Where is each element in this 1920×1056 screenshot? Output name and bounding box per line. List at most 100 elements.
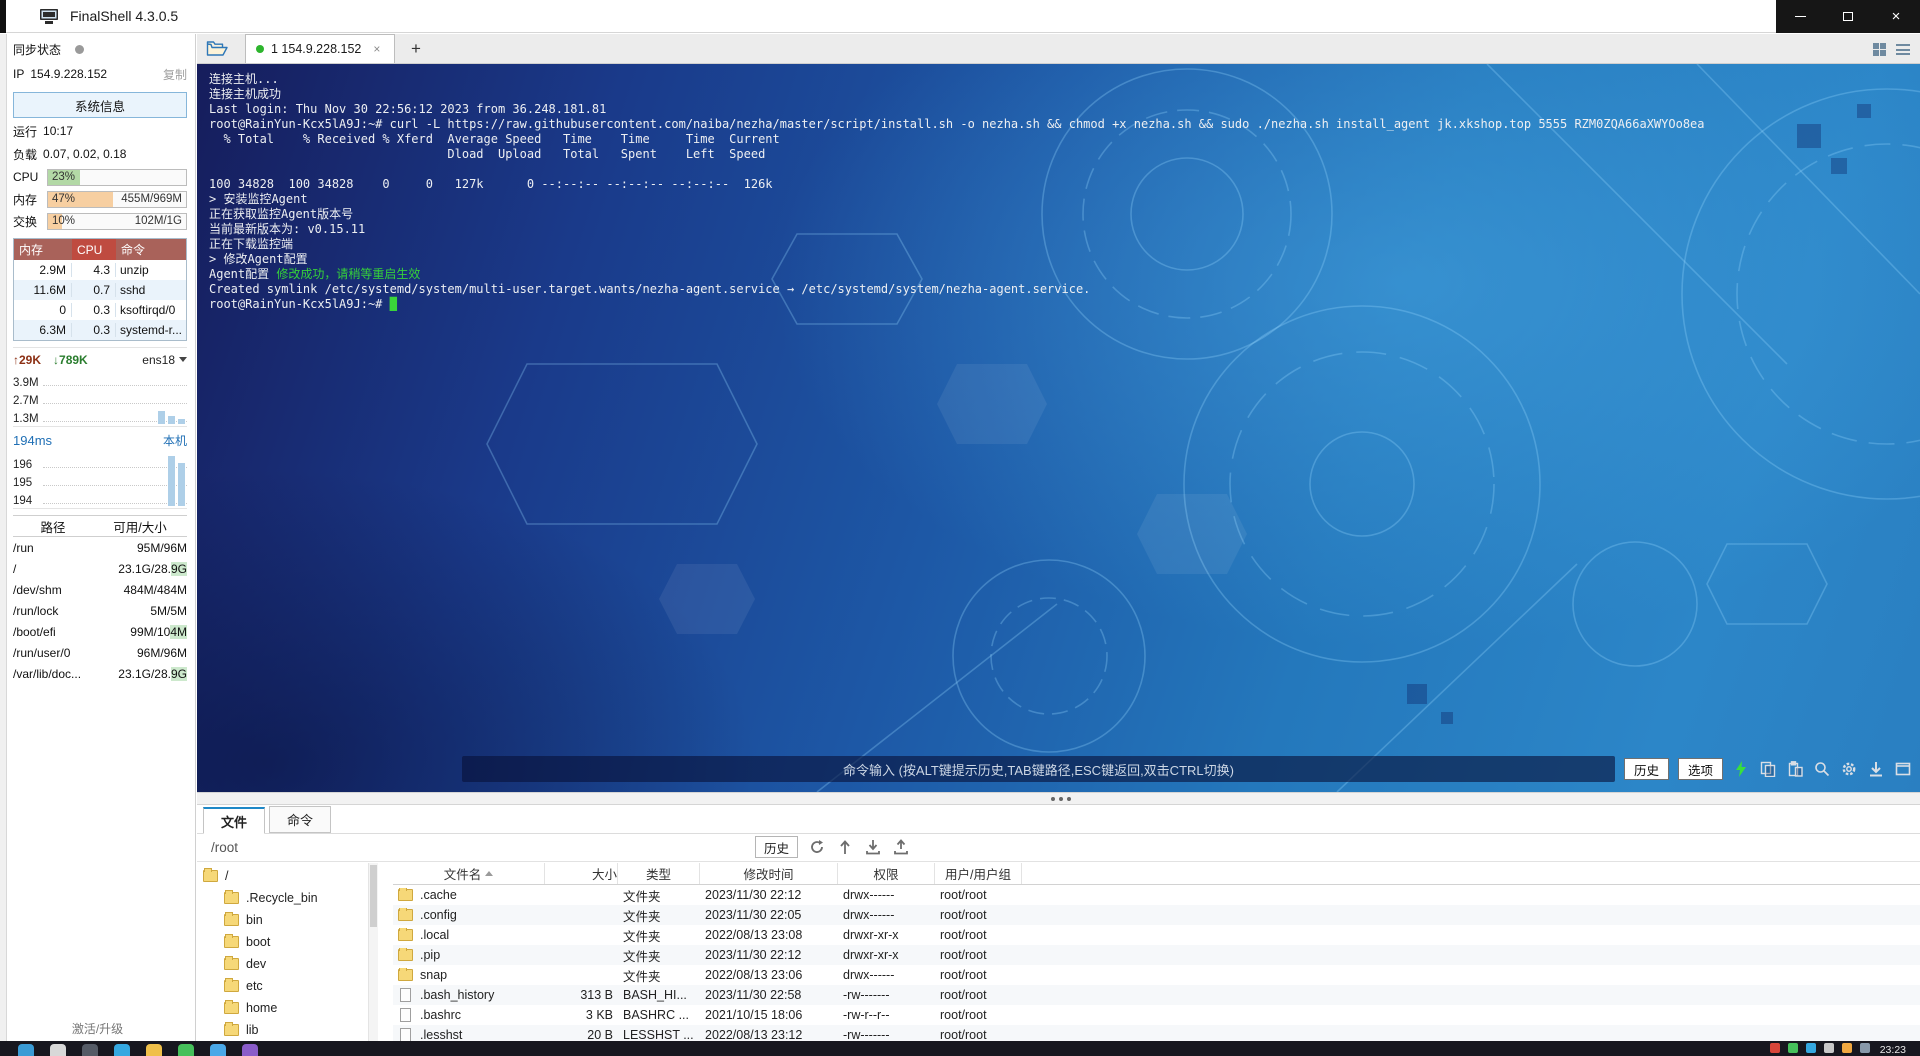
tree-item[interactable]: etc [197, 975, 368, 997]
tab-commands[interactable]: 命令 [269, 806, 331, 833]
search-icon[interactable] [1813, 760, 1831, 778]
file-row[interactable]: .local 文件夹 2022/08/13 23:08 drwxr-xr-x root/… [393, 925, 1920, 945]
file-column-header[interactable]: 用户/用户组 [935, 863, 1022, 884]
file-column-header[interactable]: 类型 [618, 863, 700, 884]
tree-item[interactable]: .Recycle_bin [197, 887, 368, 909]
command-input[interactable]: 命令输入 (按ALT键提示历史,TAB键路径,ESC键返回,双击CTRL切换) [462, 756, 1615, 782]
copy-icon[interactable] [1759, 760, 1777, 778]
folder-icon [224, 934, 239, 948]
file-column-header[interactable]: 文件名 [393, 863, 545, 884]
disk-row[interactable]: /var/lib/doc... 23.1G/28.9G [13, 663, 187, 684]
download-icon[interactable] [1867, 760, 1885, 778]
process-row[interactable]: 0 0.3 ksoftirqd/0 [14, 300, 186, 320]
file-column-header[interactable]: 权限 [838, 863, 935, 884]
file-row[interactable]: .config 文件夹 2023/11/30 22:05 drwx------ root… [393, 905, 1920, 925]
folder-icon [398, 888, 413, 901]
new-tab-button[interactable]: + [407, 39, 425, 63]
terminal[interactable]: 连接主机... 连接主机成功 Last login: Thu Nov 30 22:5… [197, 64, 1920, 792]
transfer-icon[interactable] [836, 838, 854, 856]
search-icon[interactable] [50, 1044, 66, 1056]
taskview-icon[interactable] [82, 1044, 98, 1056]
session-tab-label: 1 154.9.228.152 [271, 42, 362, 56]
maximize-button[interactable] [1824, 0, 1872, 33]
tree-scrollbar[interactable] [368, 863, 378, 1041]
process-row[interactable]: 2.9M 4.3 unzip [14, 260, 186, 280]
ping-target[interactable]: 本机 [163, 432, 187, 449]
app-icon[interactable] [242, 1044, 258, 1056]
file-cell: 20 B [587, 1028, 613, 1041]
panel-splitter[interactable] [197, 792, 1920, 805]
disk-size-header[interactable]: 可用/大小 [93, 517, 187, 536]
copy-ip-button[interactable]: 复制 [163, 66, 187, 83]
file-history-button[interactable]: 历史 [755, 836, 799, 858]
lightning-icon[interactable] [1732, 760, 1750, 778]
path-bar: /root 历史 [197, 834, 1920, 862]
tray-alert-icon[interactable] [1769, 1043, 1780, 1053]
folder-icon [203, 868, 218, 882]
download-file-icon[interactable] [864, 838, 882, 856]
tree-item[interactable]: home [197, 997, 368, 1019]
file-row[interactable]: .pip 文件夹 2023/11/30 22:12 drwxr-xr-x root/ro… [393, 945, 1920, 965]
process-column-header[interactable]: 命令 [116, 239, 186, 260]
disk-value: 484M/484M [123, 582, 187, 597]
file-column-header[interactable]: 大小 [545, 863, 618, 884]
gear-icon[interactable] [1840, 760, 1858, 778]
disk-row[interactable]: /run/lock 5M/5M [13, 600, 187, 621]
file-row[interactable]: snap 文件夹 2022/08/13 23:06 drwx------ root/ro… [393, 965, 1920, 985]
file-row[interactable]: .cache 文件夹 2023/11/30 22:12 drwx------ root/… [393, 885, 1920, 905]
file-row[interactable]: .bashrc 3 KB BASHRC ... 2021/10/15 18:06 -rw… [393, 1005, 1920, 1025]
history-button[interactable]: 历史 [1623, 758, 1669, 780]
file-row[interactable]: .lesshst 20 B LESSHST ... 2022/08/13 23:12 -… [393, 1025, 1920, 1041]
disk-path-header[interactable]: 路径 [13, 517, 93, 536]
activate-upgrade-link[interactable]: 激活/升级 [0, 1020, 195, 1037]
tree-item[interactable]: boot [197, 931, 368, 953]
file-column-header[interactable]: 修改时间 [700, 863, 838, 884]
interface-selector[interactable]: ens18 [142, 353, 187, 367]
paste-icon[interactable] [1786, 760, 1804, 778]
refresh-icon[interactable] [808, 838, 826, 856]
tray-app3-icon[interactable] [1823, 1043, 1834, 1053]
uptime-value: 10:17 [43, 124, 74, 138]
window-title: FinalShell 4.3.0.5 [70, 8, 179, 24]
process-column-header[interactable]: CPU [72, 239, 116, 260]
tray-app1-icon[interactable] [1787, 1043, 1798, 1053]
disk-row[interactable]: /boot/efi 99M/104M [13, 621, 187, 642]
tray-app4-icon[interactable] [1841, 1043, 1852, 1053]
layout-grid-icon[interactable] [1873, 43, 1886, 56]
wechat-icon[interactable] [178, 1044, 194, 1056]
close-button[interactable]: × [1872, 0, 1920, 33]
file-row[interactable]: .bash_history 313 B BASH_HI... 2023/11/30 2… [393, 985, 1920, 1005]
disk-row[interactable]: /dev/shm 484M/484M [13, 579, 187, 600]
upload-file-icon[interactable] [892, 838, 910, 856]
process-row[interactable]: 6.3M 0.3 systemd-r... [14, 320, 186, 340]
tray-app2-icon[interactable] [1805, 1043, 1816, 1053]
process-column-header[interactable]: 内存 [14, 239, 72, 260]
disk-row[interactable]: /run 95M/96M [13, 537, 187, 558]
browser-icon[interactable] [114, 1044, 130, 1056]
explorer-icon[interactable] [146, 1044, 162, 1056]
tab-files[interactable]: 文件 [203, 807, 265, 834]
file-icon [400, 1008, 411, 1022]
tray-app5-icon[interactable] [1859, 1043, 1870, 1053]
open-connection-button[interactable] [197, 34, 237, 63]
session-tab[interactable]: 1 154.9.228.152 × [245, 34, 395, 63]
system-info-button[interactable]: 系统信息 [13, 92, 187, 118]
options-button[interactable]: 选项 [1677, 758, 1723, 780]
minimize-button[interactable] [1776, 0, 1824, 33]
meter-percent: 23% [52, 170, 76, 183]
start-icon[interactable] [18, 1044, 34, 1056]
sidebar-splitter[interactable] [0, 34, 7, 1041]
tree-item[interactable]: dev [197, 953, 368, 975]
path-input[interactable]: /root [197, 840, 1920, 855]
tree-item[interactable]: lib [197, 1019, 368, 1041]
process-row[interactable]: 11.6M 0.7 sshd [14, 280, 186, 300]
disk-row[interactable]: /run/user/0 96M/96M [13, 642, 187, 663]
tree-item-root[interactable]: / [197, 865, 368, 887]
disk-value: 23.1G/28.9G [118, 666, 187, 681]
tree-item[interactable]: bin [197, 909, 368, 931]
qq-icon[interactable] [210, 1044, 226, 1056]
menu-icon[interactable] [1896, 44, 1910, 55]
window-icon[interactable] [1894, 760, 1912, 778]
disk-row[interactable]: / 23.1G/28.9G [13, 558, 187, 579]
close-tab-icon[interactable]: × [373, 42, 380, 56]
